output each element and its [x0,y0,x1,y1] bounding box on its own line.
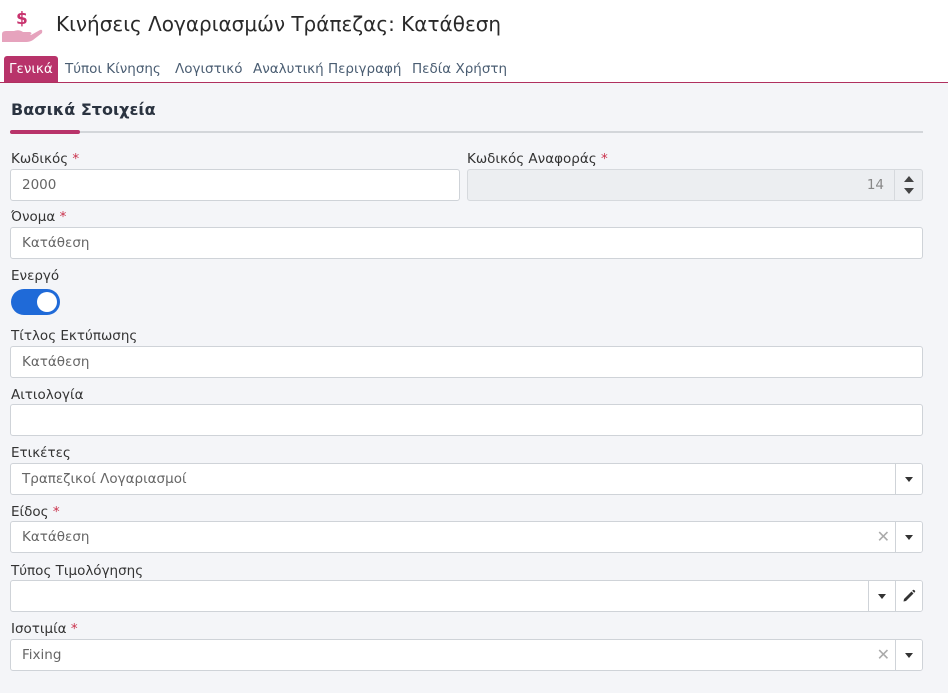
tab-movement-types[interactable]: Τύποι Κίνησης [65,56,161,82]
parity-value: Fixing [22,647,62,663]
active-label: Ενεργό [11,268,60,284]
kind-value: Κατάθεση [22,529,90,545]
reason-label: Αιτιολογία [11,387,84,403]
tab-user-fields[interactable]: Πεδία Χρήστη [412,56,507,82]
caret-down-icon [905,477,913,482]
ref-code-label: Κωδικός Αναφοράς * [467,151,608,167]
ref-code-field[interactable]: 14 [467,169,923,201]
kind-label: Είδος * [11,504,60,520]
code-label: Κωδικός * [11,151,80,167]
tab-general[interactable]: Γενικά [4,56,58,82]
section-divider-accent [10,130,80,134]
section-divider [10,131,923,133]
code-field[interactable]: 2000 [10,169,460,201]
print-title-label: Τίτλος Εκτύπωσης [11,328,138,344]
toggle-knob [37,292,57,312]
tags-label: Ετικέτες [11,445,71,461]
parity-dropdown-button[interactable] [895,640,922,670]
name-field[interactable]: Κατάθεση [10,227,923,259]
tags-dropdown-button[interactable] [895,464,922,494]
tags-select[interactable]: Τραπεζικοί Λογαριασμοί [10,463,923,495]
section-title: Βασικά Στοιχεία [11,100,156,119]
caret-down-icon [878,594,886,599]
tab-accounting[interactable]: Λογιστικό [175,56,243,82]
tab-bar: Γενικά Τύποι Κίνησης Λογιστικό Αναλυτική… [0,54,948,83]
tab-detailed-description[interactable]: Αναλυτική Περιγραφή [253,56,401,82]
svg-text:$: $ [16,9,28,29]
chevron-down-icon[interactable] [904,188,914,194]
kind-dropdown-button[interactable] [895,522,922,552]
name-value: Κατάθεση [22,235,90,251]
pencil-icon [903,589,916,602]
active-toggle[interactable] [11,289,60,315]
parity-select[interactable]: Fixing ✕ [10,639,923,671]
pricing-type-dropdown-button[interactable] [868,581,895,611]
chevron-up-icon[interactable] [904,176,914,182]
page-header: $ Κινήσεις Λογαριασμών Τράπεζας: Κατάθεσ… [0,0,948,54]
caret-down-icon [905,535,913,540]
clear-icon[interactable]: ✕ [877,522,890,552]
code-value: 2000 [22,177,57,193]
pricing-type-label: Τύπος Τιμολόγησης [11,563,144,579]
clear-icon[interactable]: ✕ [877,640,890,670]
caret-down-icon [905,653,913,658]
reason-field[interactable] [10,404,923,436]
print-title-value: Κατάθεση [22,354,90,370]
parity-label: Ισοτιμία * [11,621,78,637]
ref-code-value: 14 [866,177,884,193]
money-hand-icon: $ [2,9,43,42]
pricing-type-select[interactable] [10,580,923,612]
name-label: Όνομα * [11,209,67,225]
kind-select[interactable]: Κατάθεση ✕ [10,521,923,553]
ref-code-stepper[interactable] [894,170,922,200]
tags-value: Τραπεζικοί Λογαριασμοί [22,471,187,487]
pricing-type-edit-button[interactable] [895,581,922,611]
page-title: Κινήσεις Λογαριασμών Τράπεζας: Κατάθεση [56,12,502,36]
print-title-field[interactable]: Κατάθεση [10,346,923,378]
